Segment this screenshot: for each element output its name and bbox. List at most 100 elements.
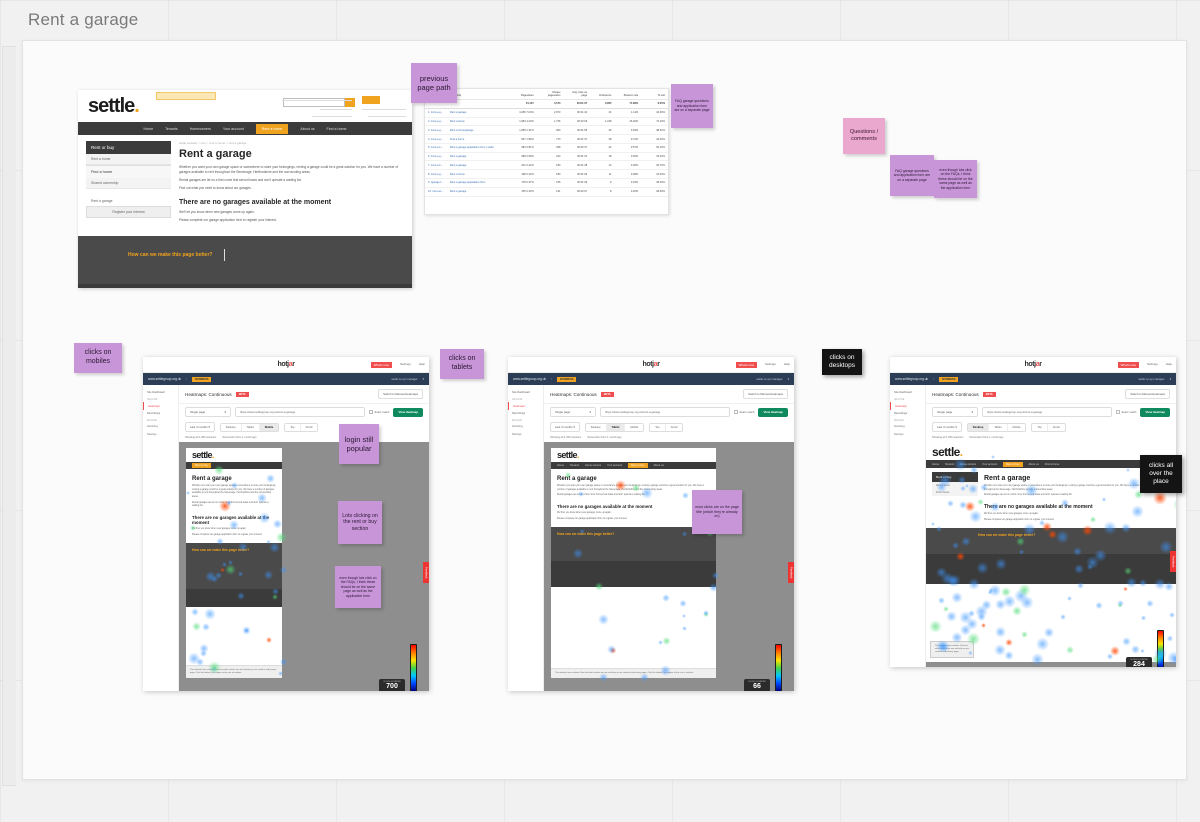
table-row[interactable]: 1. /rent-a-garage Rent a garage 3,289 7.04…	[425, 108, 668, 118]
sidebar-item-heatmaps-desktop[interactable]: Heatmaps	[890, 402, 925, 410]
col-unique-pageviews[interactable]: Unique pageviews	[536, 89, 564, 100]
table-row[interactable]: 7. /rent-a-home/garages-informationRent …	[425, 160, 668, 171]
page-scope-select[interactable]: Single page ▾	[185, 407, 231, 417]
device-mobile[interactable]: Mobile	[259, 423, 279, 431]
view-top-t[interactable]: Top	[650, 423, 666, 431]
device-tablet-d[interactable]: Tablet	[989, 423, 1008, 431]
note-faq-separate-page[interactable]: FAQ garage questions and application for…	[671, 84, 713, 128]
note-clicks-on-desktops[interactable]: clicks on desktops	[822, 349, 862, 375]
url-input[interactable]: https://www.settlegroup.org.uk/rent-a-ga…	[235, 407, 365, 417]
url-input-tablet[interactable]: https://www.settlegroup.org.uk/rent-a-ga…	[600, 407, 730, 417]
sidebar-item-heatmaps[interactable]: Heatmaps	[143, 402, 178, 410]
col-exit-rate[interactable]: % exit	[641, 89, 668, 100]
feedback-tab-tablet[interactable]: Feedback	[788, 561, 794, 583]
sidebar-item-heatmaps-tablet[interactable]: Heatmaps	[508, 402, 543, 410]
hotjar-sidebar[interactable]: Site Dashboard ANALYZE Heatmaps Recordin…	[143, 385, 179, 691]
note-faq-same-page[interactable]: even though lots click on the FAQs, I th…	[934, 160, 977, 198]
note-previous-page-path[interactable]: previous page path	[411, 63, 457, 103]
whats-new-badge[interactable]: What's new	[370, 362, 392, 368]
device-desktop-d[interactable]: Desktop	[967, 423, 990, 431]
sidebar-item-surveys[interactable]: Surveys	[143, 431, 178, 438]
site-nav-item-about-us[interactable]: About us	[300, 127, 314, 131]
table-row[interactable]: 2. /rent-a-garage Rent a home 1,984 4.23% 1…	[425, 117, 668, 127]
sidebar-item-incoming-desktop[interactable]: Incoming	[890, 423, 925, 430]
col-avg-time[interactable]: Avg. time on page	[563, 89, 591, 100]
help-menu-desktop[interactable]: Help	[1166, 362, 1172, 368]
sidebar-item-rent-a-garage[interactable]: Rent a garage	[86, 196, 171, 206]
sidebar-item-recordings-desktop[interactable]: Recordings	[890, 410, 925, 417]
table-row[interactable]: 3. /rent-a-garage Rent a home/garage 1,085…	[425, 125, 668, 136]
whats-new-badge-desktop[interactable]: What's new	[1117, 362, 1139, 368]
heatmap-stage-mobile[interactable]: settle. Rent or buy Rent a garage Whethe…	[179, 442, 429, 691]
site-link-find-out[interactable]: Find out what you need to know about our…	[179, 186, 404, 191]
table-row[interactable]: 4. /rent-a-garage Find a home 847 1.80% 770…	[425, 134, 668, 144]
col-bounce-rate[interactable]: Bounce rate	[614, 89, 642, 100]
hotjar-logo-tablet[interactable]: hotjar	[642, 361, 659, 368]
hotjar-top-menu-desktop[interactable]: What's new Settings Help	[1117, 362, 1172, 368]
sidebar-item-surveys-tablet[interactable]: Surveys	[508, 431, 543, 438]
sidebar-item-shared-ownership[interactable]: Shared ownership	[86, 178, 171, 189]
col-pageviews[interactable]: Pageviews	[500, 89, 537, 100]
view-scroll-t[interactable]: Scroll	[665, 423, 683, 431]
settle-website-screenshot[interactable]: settle. Home Tenants Homeowners Your acc…	[78, 90, 412, 288]
view-scroll-d[interactable]: Scroll	[1047, 423, 1065, 431]
device-tablet[interactable]: Tablet	[241, 423, 260, 431]
heatmap-stage-desktop[interactable]: settle. Home Tenants Home owners Your accou…	[926, 442, 1176, 667]
board-frame-tab[interactable]	[2, 46, 16, 786]
table-row[interactable]: 9. /garage-for-rent/how-toRent a garage …	[425, 178, 668, 188]
device-mobile-t[interactable]: Mobile	[625, 423, 644, 431]
device-desktop-t[interactable]: Desktop	[585, 423, 607, 431]
sidebar-item-recordings[interactable]: Recordings	[143, 410, 178, 417]
device-mobile-d[interactable]: Mobile	[1007, 423, 1026, 431]
sidebar-cta-register-interest[interactable]: Register your interest	[86, 206, 171, 218]
table-row[interactable]: 10. /rent-and-garagesRent a garage155 0.…	[425, 187, 668, 197]
view-heatmap-button[interactable]: View Heatmap	[393, 407, 423, 417]
date-range-select-desktop[interactable]: Last 3 months ▾	[932, 422, 962, 432]
url-input-desktop[interactable]: https://www.settlegroup.org.uk/rent-a-ga…	[982, 407, 1112, 417]
heatmap-stage-tablet[interactable]: settle. Home Tenants Home owners Your accou…	[544, 442, 794, 691]
col-entrances[interactable]: Entrances	[590, 89, 615, 100]
note-lots-clicking-rent-buy[interactable]: Lots clicking on the rent or buy section	[338, 501, 382, 544]
feedback-tab[interactable]: Feedback	[423, 561, 429, 583]
view-scroll[interactable]: Scroll	[300, 423, 318, 431]
page-scope-select-desktop[interactable]: Single page ▾	[932, 407, 978, 417]
note-most-clicks-page-title[interactable]: most clicks are on the page title (which…	[692, 490, 742, 534]
feedback-tab-desktop[interactable]: Feedback	[1170, 550, 1176, 572]
date-range-select-tablet[interactable]: Last 3 months ▾	[550, 422, 580, 432]
site-feedback-strip[interactable]: How can we make this page better?	[78, 235, 412, 284]
view-top-d[interactable]: Top	[1032, 423, 1048, 431]
device-desktop[interactable]: Desktop	[220, 423, 242, 431]
note-login-still-popular[interactable]: login still popular	[339, 424, 379, 464]
sidebar-item-incoming[interactable]: Incoming	[143, 423, 178, 430]
device-toggle[interactable]: Desktop Tablet Mobile	[219, 422, 280, 432]
hotjar-top-menu-tablet[interactable]: What's new Settings Help	[735, 362, 790, 368]
exact-match-checkbox[interactable]: Exact match	[368, 410, 389, 414]
cookie-banner-mobile[interactable]: This website uses cookies. Find out what…	[186, 664, 282, 678]
site-nav-item-find-a-home[interactable]: Find a home	[327, 127, 347, 131]
sidebar-item-recordings-tablet[interactable]: Recordings	[508, 410, 543, 417]
site-nav[interactable]: Home Tenants Homeowners Your account Ren…	[78, 122, 412, 135]
table-row[interactable]: 8. /rent-a-garage Rent a home 198 0.42% 180…	[425, 169, 668, 180]
note-clicks-on-mobiles[interactable]: clicks on mobiles	[74, 343, 122, 373]
hotjar-sidebar-tablet[interactable]: Site Dashboard ANALYZE Heatmaps Recordin…	[508, 385, 544, 691]
site-url-label-desktop[interactable]: www.settlegroup.org.uk	[895, 377, 928, 381]
note-clicks-all-over-the-place[interactable]: clicks all over the place	[1140, 455, 1182, 493]
hotjar-panel-desktop[interactable]: hotjar What's new Settings Help www.sett…	[890, 357, 1176, 667]
hotjar-site-bar-desktop[interactable]: www.settlegroup.org.uk › BUSINESS settle…	[890, 373, 1176, 385]
account-menu-desktop[interactable]: settle co-op manager ▾	[1138, 377, 1171, 381]
exact-match-checkbox-tablet[interactable]: Exact match	[733, 410, 754, 414]
device-toggle-desktop[interactable]: Desktop Tablet Mobile	[966, 422, 1027, 432]
settings-menu-desktop[interactable]: Settings	[1147, 362, 1158, 368]
help-menu[interactable]: Help	[419, 362, 425, 368]
account-menu-tablet[interactable]: settle co-op manager ▾	[756, 377, 789, 381]
sidebar-item-site-dashboard-desktop[interactable]: Site Dashboard	[890, 389, 925, 396]
site-url-label-tablet[interactable]: www.settlegroup.org.uk	[513, 377, 546, 381]
device-toggle-tablet[interactable]: Desktop Tablet Mobile	[584, 422, 645, 432]
hotjar-panel-mobile[interactable]: hotjar What's new Settings Help www.sett…	[143, 357, 429, 691]
view-heatmap-button-desktop[interactable]: View Heatmap	[1140, 407, 1170, 417]
note-faq-separate-page-2[interactable]: FAQ garage questions and application for…	[890, 155, 934, 196]
breadcrumb[interactable]: settle website > rent > rent a home > re…	[179, 141, 404, 145]
hotjar-top-menu[interactable]: What's new Settings Help	[370, 362, 425, 368]
site-link-application-form[interactable]: Please complete our garage application f…	[179, 218, 404, 223]
note-clicks-on-tablets[interactable]: clicks on tablets	[440, 349, 484, 379]
